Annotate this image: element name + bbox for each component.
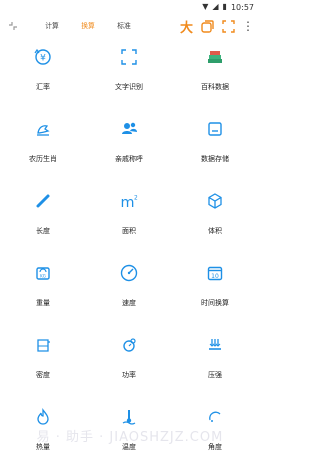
tab-bar: 计算 换算 标准 bbox=[34, 14, 142, 38]
svg-text:¥: ¥ bbox=[40, 54, 46, 64]
tab-convert[interactable]: 换算 bbox=[70, 14, 106, 38]
tool-text-recognition[interactable]: 文字识别 bbox=[86, 40, 172, 110]
tab-standard[interactable]: 标准 bbox=[106, 14, 142, 38]
tab-calculate[interactable]: 计算 bbox=[34, 14, 70, 38]
tool-label: 农历生肖 bbox=[29, 155, 57, 163]
tool-density[interactable]: 密度 bbox=[0, 328, 86, 398]
status-time: 10:57 bbox=[230, 2, 254, 12]
tool-label: 速度 bbox=[122, 299, 136, 307]
tool-label: 密度 bbox=[36, 371, 50, 379]
tool-volume[interactable]: 体积 bbox=[172, 184, 258, 254]
status-bar: ▼ ◢ ▮ 10:57 bbox=[0, 0, 260, 14]
speedometer-icon bbox=[118, 262, 140, 284]
tool-weight[interactable]: KG 重量 bbox=[0, 256, 86, 326]
top-bar: 计算 换算 标准 大 ⋮ bbox=[0, 14, 260, 38]
tool-lunar-zodiac[interactable]: 农历生肖 bbox=[0, 112, 86, 182]
ruler-icon bbox=[32, 190, 54, 212]
thermometer-icon bbox=[118, 406, 140, 428]
tool-area[interactable]: m2 面积 bbox=[86, 184, 172, 254]
tool-label: 数据存储 bbox=[201, 155, 229, 163]
window-icon[interactable] bbox=[200, 19, 214, 33]
tool-label: 百科数据 bbox=[201, 83, 229, 91]
tool-pressure[interactable]: 压强 bbox=[172, 328, 258, 398]
svg-text:KG: KG bbox=[40, 274, 46, 279]
power-icon bbox=[118, 334, 140, 356]
tool-label: 文字识别 bbox=[115, 83, 143, 91]
area-m2-icon: m2 bbox=[118, 190, 140, 212]
tool-label: 压强 bbox=[208, 371, 222, 379]
beaker-icon bbox=[32, 334, 54, 356]
more-menu-icon[interactable]: ⋮ bbox=[242, 20, 254, 32]
tool-label: 汇率 bbox=[36, 83, 50, 91]
cube-icon bbox=[204, 190, 226, 212]
storage-icon bbox=[204, 118, 226, 140]
signal-icon: ◢ bbox=[212, 2, 219, 11]
relatives-icon bbox=[118, 118, 140, 140]
books-icon bbox=[204, 46, 226, 68]
tool-length[interactable]: 长度 bbox=[0, 184, 86, 254]
tool-label: 亲戚称呼 bbox=[115, 155, 143, 163]
calendar-10-icon: 10 bbox=[204, 262, 226, 284]
tool-time-conversion[interactable]: 10 时间换算 bbox=[172, 256, 258, 326]
tool-label: 面积 bbox=[122, 227, 136, 235]
currency-exchange-icon: ¥ bbox=[32, 46, 54, 68]
tool-speed[interactable]: 速度 bbox=[86, 256, 172, 326]
zodiac-icon bbox=[32, 118, 54, 140]
watermark: 易 · 助手 · JIAOSHZJZ.COM bbox=[36, 430, 224, 445]
pressure-icon bbox=[204, 334, 226, 356]
wifi-icon: ▼ bbox=[202, 2, 209, 11]
svg-text:10: 10 bbox=[211, 273, 219, 280]
flame-icon bbox=[32, 406, 54, 428]
scale-icon: KG bbox=[32, 262, 54, 284]
fullscreen-icon[interactable] bbox=[221, 19, 235, 33]
tool-label: 长度 bbox=[36, 227, 50, 235]
tool-label: 功率 bbox=[122, 371, 136, 379]
tool-relatives[interactable]: 亲戚称呼 bbox=[86, 112, 172, 182]
collapse-icon[interactable] bbox=[6, 19, 20, 33]
text-scan-icon bbox=[118, 46, 140, 68]
tool-label: 重量 bbox=[36, 299, 50, 307]
angle-icon bbox=[204, 406, 226, 428]
tool-label: 体积 bbox=[208, 227, 222, 235]
tool-label: 时间换算 bbox=[201, 299, 229, 307]
tool-exchange-rate[interactable]: ¥ 汇率 bbox=[0, 40, 86, 110]
battery-icon: ▮ bbox=[222, 2, 227, 11]
tool-encyclopedia[interactable]: 百科数据 bbox=[172, 40, 258, 110]
big-mode-button[interactable]: 大 bbox=[180, 17, 193, 36]
tool-power[interactable]: 功率 bbox=[86, 328, 172, 398]
tool-data-storage[interactable]: 数据存储 bbox=[172, 112, 258, 182]
svg-text:m: m bbox=[121, 195, 135, 211]
svg-text:2: 2 bbox=[134, 195, 138, 201]
